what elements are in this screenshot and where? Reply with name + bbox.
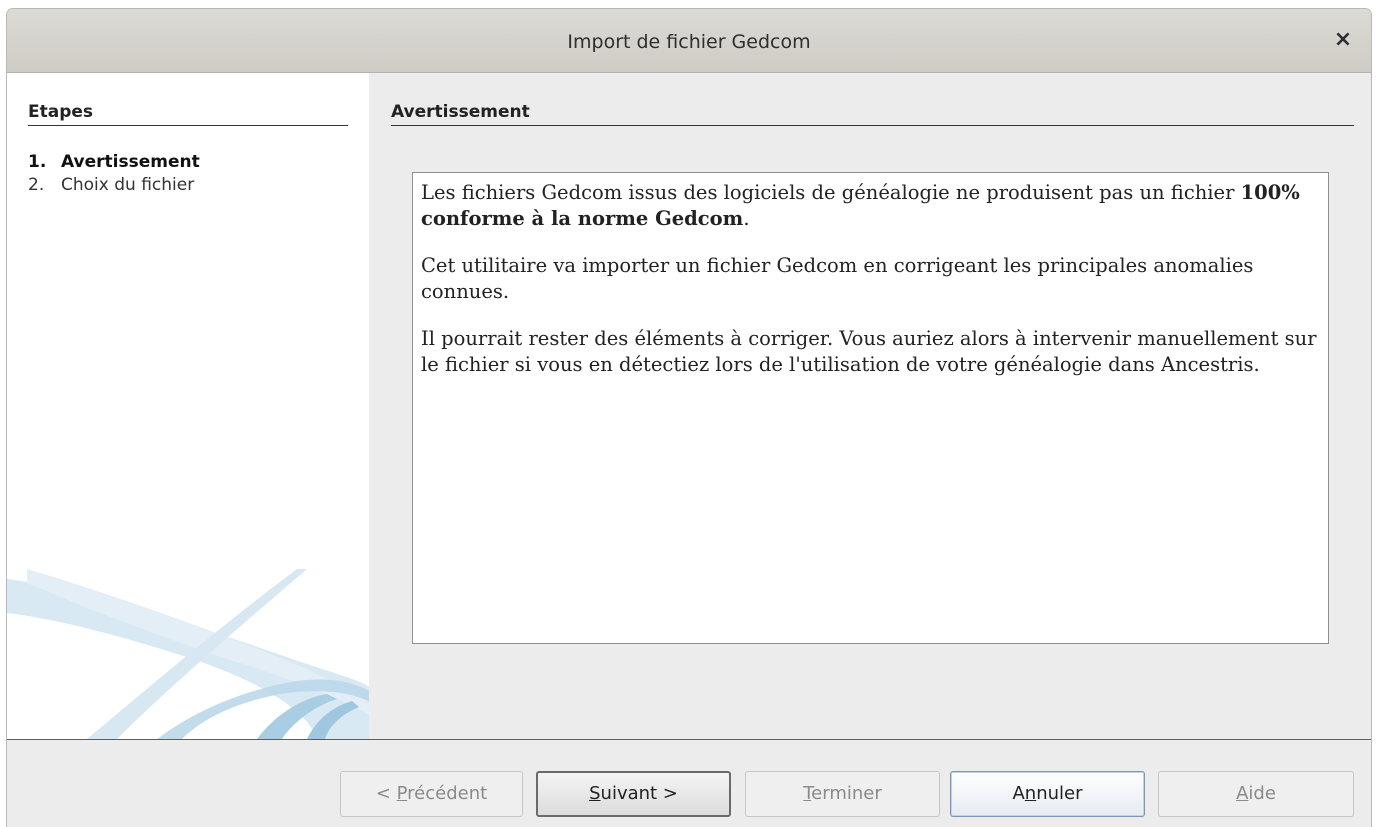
previous-button[interactable]: < Précédent xyxy=(340,771,523,817)
step-item-choix-fichier: 2. Choix du fichier xyxy=(28,174,200,197)
button-mnemonic: S xyxy=(589,783,601,804)
button-mnemonic: n xyxy=(1024,783,1037,804)
button-label: < xyxy=(375,783,397,804)
next-button[interactable]: Suivant > xyxy=(536,771,731,817)
cancel-button[interactable]: Annuler xyxy=(950,771,1145,817)
step-number: 1. xyxy=(28,152,47,172)
decorative-swoosh-graphic xyxy=(7,569,369,739)
help-button[interactable]: Aide xyxy=(1158,771,1354,817)
button-label: nuler xyxy=(1036,783,1083,804)
button-label: uivant > xyxy=(600,783,678,804)
step-label: Choix du fichier xyxy=(61,175,195,195)
step-item-avertissement: 1. Avertissement xyxy=(28,151,200,174)
button-mnemonic: A xyxy=(1236,783,1249,804)
button-mnemonic: T xyxy=(803,783,812,804)
button-label: récédent xyxy=(407,783,488,804)
section-heading: Avertissement xyxy=(391,102,1354,126)
steps-list: 1. Avertissement 2. Choix du fichier xyxy=(28,151,200,197)
step-label: Avertissement xyxy=(61,152,200,172)
button-label: ide xyxy=(1248,783,1276,804)
dialog-title: Import de fichier Gedcom xyxy=(567,31,811,53)
close-icon[interactable]: × xyxy=(1329,26,1357,54)
paragraph-end: . xyxy=(743,207,750,230)
import-dialog: Import de fichier Gedcom × Etapes 1. Aver… xyxy=(6,8,1372,827)
button-bar: < Précédent Suivant > Terminer Annuler A… xyxy=(7,739,1371,827)
button-label: erminer xyxy=(811,783,882,804)
steps-heading: Etapes xyxy=(28,102,348,126)
title-bar: Import de fichier Gedcom × xyxy=(7,9,1371,73)
step-number: 2. xyxy=(28,175,45,195)
finish-button[interactable]: Terminer xyxy=(745,771,940,817)
paragraph-text: Les fichiers Gedcom issus des logiciels … xyxy=(421,181,1241,204)
warning-text-area: Les fichiers Gedcom issus des logiciels … xyxy=(412,172,1329,644)
button-label: A xyxy=(1012,783,1025,804)
steps-panel: Etapes 1. Avertissement 2. Choix du fichie… xyxy=(7,73,369,739)
content-panel: Avertissement Les fichiers Gedcom issus … xyxy=(369,73,1371,739)
warning-paragraph-1: Les fichiers Gedcom issus des logiciels … xyxy=(421,180,1320,232)
warning-paragraph-2: Cet utilitaire va importer un fichier Ge… xyxy=(421,254,1254,303)
warning-paragraph-3: Il pourrait rester des éléments à corrig… xyxy=(421,327,1317,376)
button-mnemonic: P xyxy=(396,783,408,804)
